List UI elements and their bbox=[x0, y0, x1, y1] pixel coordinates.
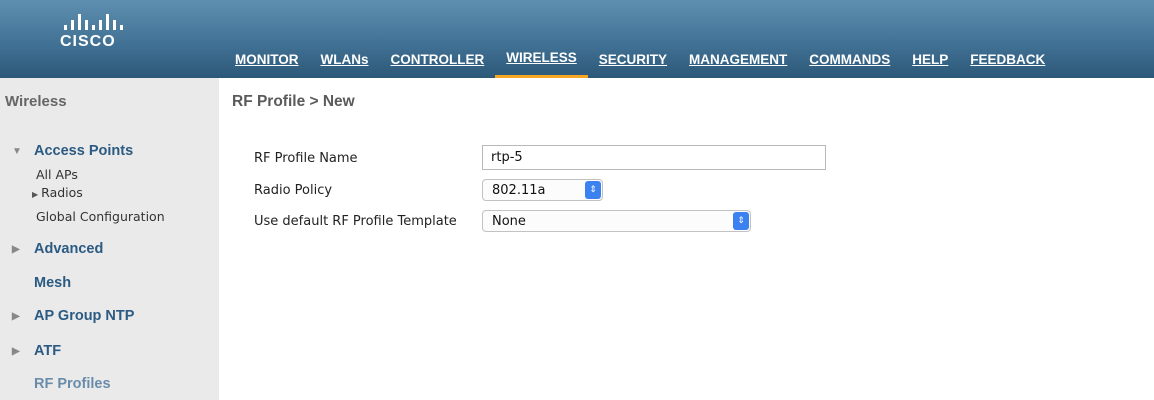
sidebar-item-label: Radios bbox=[41, 185, 83, 200]
nav-wlans[interactable]: WLANs bbox=[310, 40, 380, 78]
sidebar-item-rf-profiles[interactable]: RF Profiles bbox=[34, 376, 111, 392]
page-title: RF Profile > New bbox=[232, 93, 355, 110]
nav-management[interactable]: MANAGEMENT bbox=[678, 40, 798, 78]
sidebar-title: Wireless bbox=[5, 93, 67, 110]
nav-help[interactable]: HELP bbox=[901, 40, 959, 78]
radio-policy-select[interactable]: 802.11a ⇕ bbox=[482, 179, 603, 201]
sidebar-item-radios[interactable]: ▶ Radios bbox=[32, 185, 83, 200]
collapsed-triangle-icon: ▶ bbox=[12, 310, 20, 322]
cisco-logo-bars bbox=[64, 14, 160, 30]
sidebar-item-global-configuration[interactable]: Global Configuration bbox=[36, 209, 165, 224]
rf-profile-name-input[interactable] bbox=[482, 145, 826, 170]
sidebar-item-mesh[interactable]: Mesh bbox=[34, 275, 71, 291]
nav-wireless[interactable]: WIRELESS bbox=[495, 40, 588, 78]
sidebar-item-label: Access Points bbox=[34, 143, 134, 159]
default-template-label: Use default RF Profile Template bbox=[254, 214, 457, 229]
cisco-logo-text: CISCO bbox=[60, 33, 116, 50]
sidebar-item-label: Advanced bbox=[34, 241, 104, 257]
default-template-value: None bbox=[492, 213, 526, 229]
top-navigation-bar: CISCO MONITOR WLANs CONTROLLER WIRELESS … bbox=[0, 0, 1154, 78]
nav-feedback[interactable]: FEEDBACK bbox=[959, 40, 1056, 78]
radio-policy-value: 802.11a bbox=[492, 182, 546, 198]
nav-controller[interactable]: CONTROLLER bbox=[380, 40, 496, 78]
sidebar-item-ap-group-ntp[interactable]: ▶ AP Group NTP bbox=[12, 308, 134, 324]
collapsed-triangle-icon: ▶ bbox=[12, 243, 20, 255]
main-nav: MONITOR WLANs CONTROLLER WIRELESS SECURI… bbox=[224, 40, 1056, 78]
sidebar-item-atf[interactable]: ▶ ATF bbox=[12, 343, 61, 359]
sidebar-item-all-aps[interactable]: All APs bbox=[36, 167, 78, 182]
radio-policy-label: Radio Policy bbox=[254, 183, 333, 198]
nav-security[interactable]: SECURITY bbox=[588, 40, 678, 78]
sidebar-item-label: AP Group NTP bbox=[34, 308, 135, 324]
sidebar-item-label: ATF bbox=[34, 343, 62, 359]
sidebar: Wireless ▼ Access Points All APs ▶ Radios… bbox=[0, 78, 219, 400]
sidebar-item-access-points[interactable]: ▼ Access Points bbox=[12, 143, 133, 159]
select-arrows-icon: ⇕ bbox=[585, 181, 601, 199]
rf-profile-name-label: RF Profile Name bbox=[254, 151, 358, 166]
expanded-triangle-icon: ▼ bbox=[12, 145, 22, 157]
nav-commands[interactable]: COMMANDS bbox=[798, 40, 901, 78]
collapsed-triangle-icon: ▶ bbox=[12, 345, 20, 357]
sidebar-item-advanced[interactable]: ▶ Advanced bbox=[12, 241, 103, 257]
select-arrows-icon: ⇕ bbox=[733, 212, 749, 230]
nav-monitor[interactable]: MONITOR bbox=[224, 40, 310, 78]
default-template-select[interactable]: None ⇕ bbox=[482, 210, 751, 232]
collapsed-triangle-icon: ▶ bbox=[32, 190, 39, 199]
cisco-logo: CISCO bbox=[60, 14, 160, 54]
